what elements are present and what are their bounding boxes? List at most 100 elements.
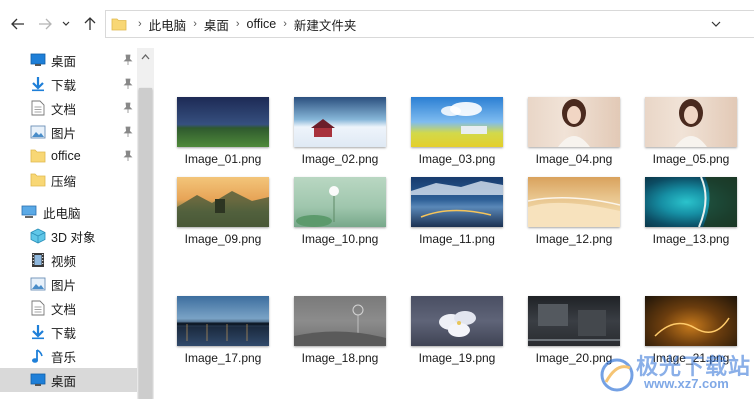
file-item[interactable]: Image_04.png	[515, 97, 625, 175]
3d-objects-icon	[30, 228, 46, 244]
image-thumbnail	[645, 97, 737, 147]
recent-locations-button[interactable]	[60, 14, 72, 34]
breadcrumb-new-folder[interactable]: 新建文件夹	[294, 15, 357, 34]
file-item[interactable]: Image_02.png	[281, 97, 391, 175]
sidebar-item-label: 文档	[51, 302, 77, 317]
file-name: Image_05.png	[652, 152, 730, 166]
pin-icon[interactable]	[122, 102, 134, 114]
image-thumbnail	[528, 296, 620, 346]
sidebar-item-desktop[interactable]: 桌面	[0, 48, 137, 72]
image-thumbnail	[645, 296, 737, 346]
folder-icon	[111, 18, 127, 31]
sidebar-item-documents[interactable]: 文档	[0, 96, 137, 120]
sidebar-item-downloads-pc[interactable]: 下载	[0, 320, 137, 344]
pin-icon[interactable]	[122, 150, 134, 162]
file-name: Image_02.png	[301, 152, 379, 166]
arrow-right-icon	[39, 18, 52, 30]
image-thumbnail	[411, 177, 503, 227]
file-item[interactable]: Image_01.png	[164, 97, 274, 175]
image-thumbnail	[294, 296, 386, 346]
desktop-icon	[30, 372, 46, 388]
breadcrumb-desktop[interactable]: 桌面	[204, 15, 229, 34]
up-button[interactable]	[80, 14, 100, 34]
chevron-down-icon	[711, 21, 721, 27]
file-item[interactable]: Image_09.png	[164, 177, 274, 255]
pin-icon[interactable]	[122, 54, 134, 66]
sidebar-item-office[interactable]: office	[0, 144, 137, 168]
file-item[interactable]: Image_17.png	[164, 296, 274, 374]
image-thumbnail	[177, 177, 269, 227]
breadcrumb-office[interactable]: office	[247, 17, 277, 31]
file-name: Image_13.png	[652, 232, 730, 246]
sidebar-item-3d-objects[interactable]: 3D 对象	[0, 224, 137, 248]
file-name: Image_17.png	[184, 351, 262, 365]
address-history-button[interactable]	[711, 17, 721, 31]
sidebar-item-compressed[interactable]: 压缩	[0, 168, 137, 192]
scrollbar-thumb[interactable]	[139, 88, 152, 399]
sidebar-item-pictures-pc[interactable]: 图片	[0, 272, 137, 296]
sidebar-item-label: 图片	[51, 278, 77, 293]
sidebar-item-label: 桌面	[51, 374, 77, 389]
forward-button[interactable]	[35, 14, 55, 34]
navigation-pane: 桌面 下载 文档 图片 office 压缩 此电脑 3D 对象 视频 图片 文档…	[0, 48, 154, 399]
file-name: Image_12.png	[535, 232, 613, 246]
music-icon	[30, 348, 46, 364]
folder-icon	[30, 172, 46, 188]
pictures-icon	[30, 124, 46, 140]
watermark-url: www.xz7.com	[644, 376, 729, 391]
file-name: Image_04.png	[535, 152, 613, 166]
file-name: Image_19.png	[418, 351, 496, 365]
sidebar-item-label: 音乐	[51, 350, 77, 365]
document-icon	[30, 300, 46, 316]
watermark-icon	[600, 358, 634, 392]
sidebar-item-label: 桌面	[51, 54, 77, 69]
chevron-down-icon	[62, 21, 70, 26]
file-item[interactable]: Image_13.png	[632, 177, 742, 255]
breadcrumb-this-pc[interactable]: 此电脑	[149, 15, 187, 34]
image-thumbnail	[177, 97, 269, 147]
file-name: Image_03.png	[418, 152, 496, 166]
address-bar[interactable]: › 此电脑 › 桌面 › office › 新建文件夹	[105, 10, 754, 38]
sidebar-item-label: 下载	[51, 78, 77, 93]
image-thumbnail	[411, 296, 503, 346]
file-item[interactable]: Image_12.png	[515, 177, 625, 255]
file-item[interactable]: Image_05.png	[632, 97, 742, 175]
computer-icon	[21, 204, 37, 220]
sidebar-scrollbar[interactable]	[137, 48, 154, 399]
file-item[interactable]: Image_18.png	[281, 296, 391, 374]
sidebar-item-label: 此电脑	[43, 206, 81, 221]
file-view: Image_01.png Image_02.png Image_03.png I…	[154, 48, 754, 399]
file-name: Image_10.png	[301, 232, 379, 246]
file-name: Image_01.png	[184, 152, 262, 166]
file-name: Image_09.png	[184, 232, 262, 246]
image-thumbnail	[528, 177, 620, 227]
breadcrumb-separator: ›	[235, 18, 240, 30]
image-thumbnail	[645, 177, 737, 227]
desktop-icon	[30, 52, 46, 68]
sidebar-item-videos[interactable]: 视频	[0, 248, 137, 272]
sidebar-item-label: 3D 对象	[51, 230, 96, 245]
file-item[interactable]: Image_11.png	[398, 177, 508, 255]
download-icon	[30, 76, 46, 92]
pin-icon[interactable]	[122, 78, 134, 90]
video-icon	[30, 252, 46, 268]
sidebar-item-documents-pc[interactable]: 文档	[0, 296, 137, 320]
sidebar-item-downloads[interactable]: 下载	[0, 72, 137, 96]
file-item[interactable]: Image_03.png	[398, 97, 508, 175]
sidebar-item-this-pc[interactable]: 此电脑	[0, 200, 137, 224]
sidebar-item-pictures[interactable]: 图片	[0, 120, 137, 144]
scroll-up-icon[interactable]	[141, 54, 150, 60]
back-button[interactable]	[8, 14, 28, 34]
file-item[interactable]: Image_19.png	[398, 296, 508, 374]
image-thumbnail	[294, 177, 386, 227]
arrow-up-icon	[84, 17, 96, 30]
sidebar-item-music[interactable]: 音乐	[0, 344, 137, 368]
file-item[interactable]: Image_10.png	[281, 177, 391, 255]
sidebar-item-label: 文档	[51, 102, 77, 117]
sidebar-item-label: 图片	[51, 126, 77, 141]
arrow-left-icon	[11, 18, 24, 30]
pin-icon[interactable]	[122, 126, 134, 138]
sidebar-item-desktop-pc[interactable]: 桌面	[0, 368, 137, 392]
sidebar-item-label: 视频	[51, 254, 77, 269]
image-thumbnail	[528, 97, 620, 147]
